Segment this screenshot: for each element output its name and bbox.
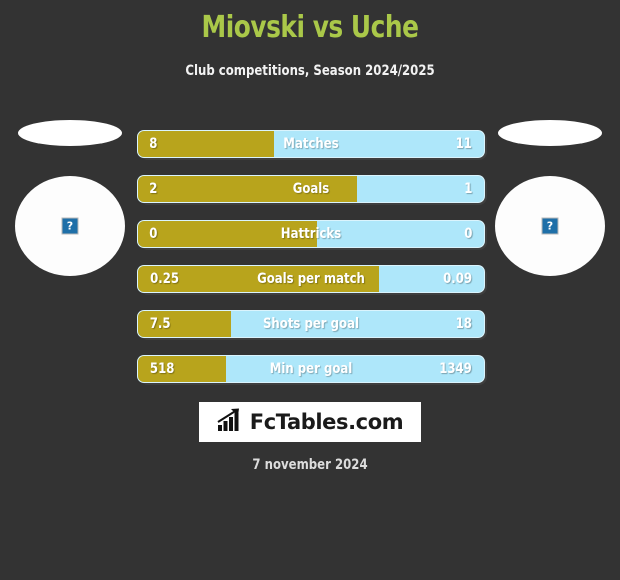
stat-bar-fill-left [138,131,274,157]
stat-bar-value-right: 0 [464,226,473,242]
stat-bars-list: Matches 8 11 Goals 2 1 Hattricks 0 0 Goals per ma… [137,130,487,400]
bar-chart-arrow-icon [217,408,243,437]
player-photo-right-top-ellipse [498,120,602,146]
stat-bar-row: Shots per goal 7.5 18 [137,310,487,340]
broken-image-icon: ? [541,217,559,235]
comparison-chart-page: Miovski vs Uche Club competitions, Seaso… [0,0,620,580]
page-subtitle: Club competitions, Season 2024/2025 [185,63,435,79]
stat-bar: Min per goal 518 1349 [137,355,485,383]
stat-bar-row: Min per goal 518 1349 [137,355,487,385]
stat-bar-value-right: 1 [464,181,473,197]
stat-bar: Goals per match 0.25 0.09 [137,265,485,293]
broken-image-glyph: ? [66,219,74,233]
stat-bar-fill-left [138,176,358,202]
stat-bar-fill-left [138,221,317,247]
page-title: Miovski vs Uche [201,10,419,45]
broken-image-icon: ? [61,217,79,235]
stat-bar-fill-left [138,311,231,337]
stat-bar: Matches 8 11 [137,130,485,158]
player-photo-right: ? [490,120,610,285]
stat-bar: Hattricks 0 0 [137,220,485,248]
stat-bar-row: Hattricks 0 0 [137,220,487,250]
stat-bar-row: Matches 8 11 [137,130,487,160]
stat-bar-row: Goals 2 1 [137,175,487,205]
player-photo-right-main-ellipse: ? [495,176,605,276]
stat-bar: Goals 2 1 [137,175,485,203]
stat-bar-value-right: 1349 [439,361,472,377]
stat-bar-fill-left [138,266,380,292]
stat-bar-value-right: 18 [456,316,473,332]
chart-date: 7 november 2024 [252,457,368,473]
stat-bar-fill-left [138,356,226,382]
watermark-logo: FcTables.com [199,402,421,442]
watermark-text: FcTables.com [249,410,404,434]
stat-bar-row: Goals per match 0.25 0.09 [137,265,487,295]
broken-image-glyph: ? [546,219,554,233]
stat-bar-value-right: 0.09 [443,271,472,287]
player-photo-left: ? [10,120,130,285]
player-photo-left-main-ellipse: ? [15,176,125,276]
player-photo-left-top-ellipse [18,120,122,146]
stat-bar-value-right: 11 [456,136,473,152]
stat-bar: Shots per goal 7.5 18 [137,310,485,338]
